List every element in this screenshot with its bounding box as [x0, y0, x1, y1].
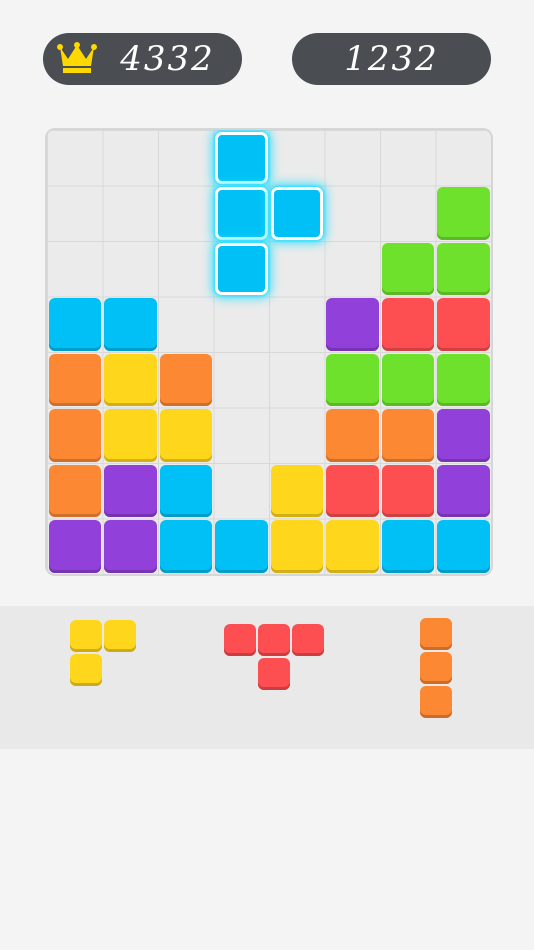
best-score-panel: 4332 — [43, 33, 242, 85]
board-block-blue — [437, 520, 490, 573]
board-block-green — [381, 353, 434, 406]
board-block-yellow — [326, 520, 379, 573]
board-block-blue — [159, 520, 212, 573]
board-block-red — [381, 298, 434, 351]
board-block-green — [326, 353, 379, 406]
board-block-orange — [159, 353, 212, 406]
piece-block — [224, 624, 256, 656]
board-block-blue — [159, 464, 212, 517]
game-board[interactable] — [45, 128, 493, 576]
board-block-blue — [381, 520, 434, 573]
board-block-green — [437, 242, 490, 295]
dragging-piece-block[interactable] — [270, 187, 323, 240]
board-block-orange — [326, 409, 379, 462]
dragging-piece-block[interactable] — [215, 187, 268, 240]
board-block-blue — [215, 520, 268, 573]
piece-block — [420, 686, 452, 718]
best-score-value: 4332 — [120, 39, 215, 79]
board-block-yellow — [270, 464, 323, 517]
dragging-piece-block[interactable] — [215, 131, 268, 184]
board-block-red — [437, 298, 490, 351]
board-block-orange — [48, 353, 101, 406]
board-block-yellow — [104, 409, 157, 462]
board-block-orange — [48, 409, 101, 462]
board-block-blue — [104, 298, 157, 351]
board-block-green — [437, 353, 490, 406]
board-block-orange — [381, 409, 434, 462]
board-block-purple — [104, 464, 157, 517]
board-block-purple — [437, 464, 490, 517]
board-block-purple — [48, 520, 101, 573]
board-block-green — [381, 242, 434, 295]
board-block-blue — [48, 298, 101, 351]
board-block-yellow — [104, 353, 157, 406]
piece-block — [258, 624, 290, 656]
piece-block — [258, 658, 290, 690]
board-block-red — [326, 464, 379, 517]
current-score-value: 1232 — [344, 39, 439, 79]
board-block-purple — [326, 298, 379, 351]
board-block-purple — [437, 409, 490, 462]
piece-block — [70, 620, 102, 652]
piece-block — [70, 654, 102, 686]
board-block-red — [381, 464, 434, 517]
piece-block — [420, 652, 452, 684]
board-block-orange — [48, 464, 101, 517]
crown-icon — [57, 42, 97, 73]
board-block-yellow — [270, 520, 323, 573]
current-score-panel: 1232 — [292, 33, 491, 85]
board-block-green — [437, 187, 490, 240]
piece-block — [104, 620, 136, 652]
board-block-purple — [104, 520, 157, 573]
board-block-yellow — [159, 409, 212, 462]
piece-block — [292, 624, 324, 656]
dragging-piece-block[interactable] — [215, 242, 268, 295]
game-screen: 4332 1232 — [0, 0, 534, 950]
piece-block — [420, 618, 452, 650]
piece-tray — [0, 606, 534, 749]
